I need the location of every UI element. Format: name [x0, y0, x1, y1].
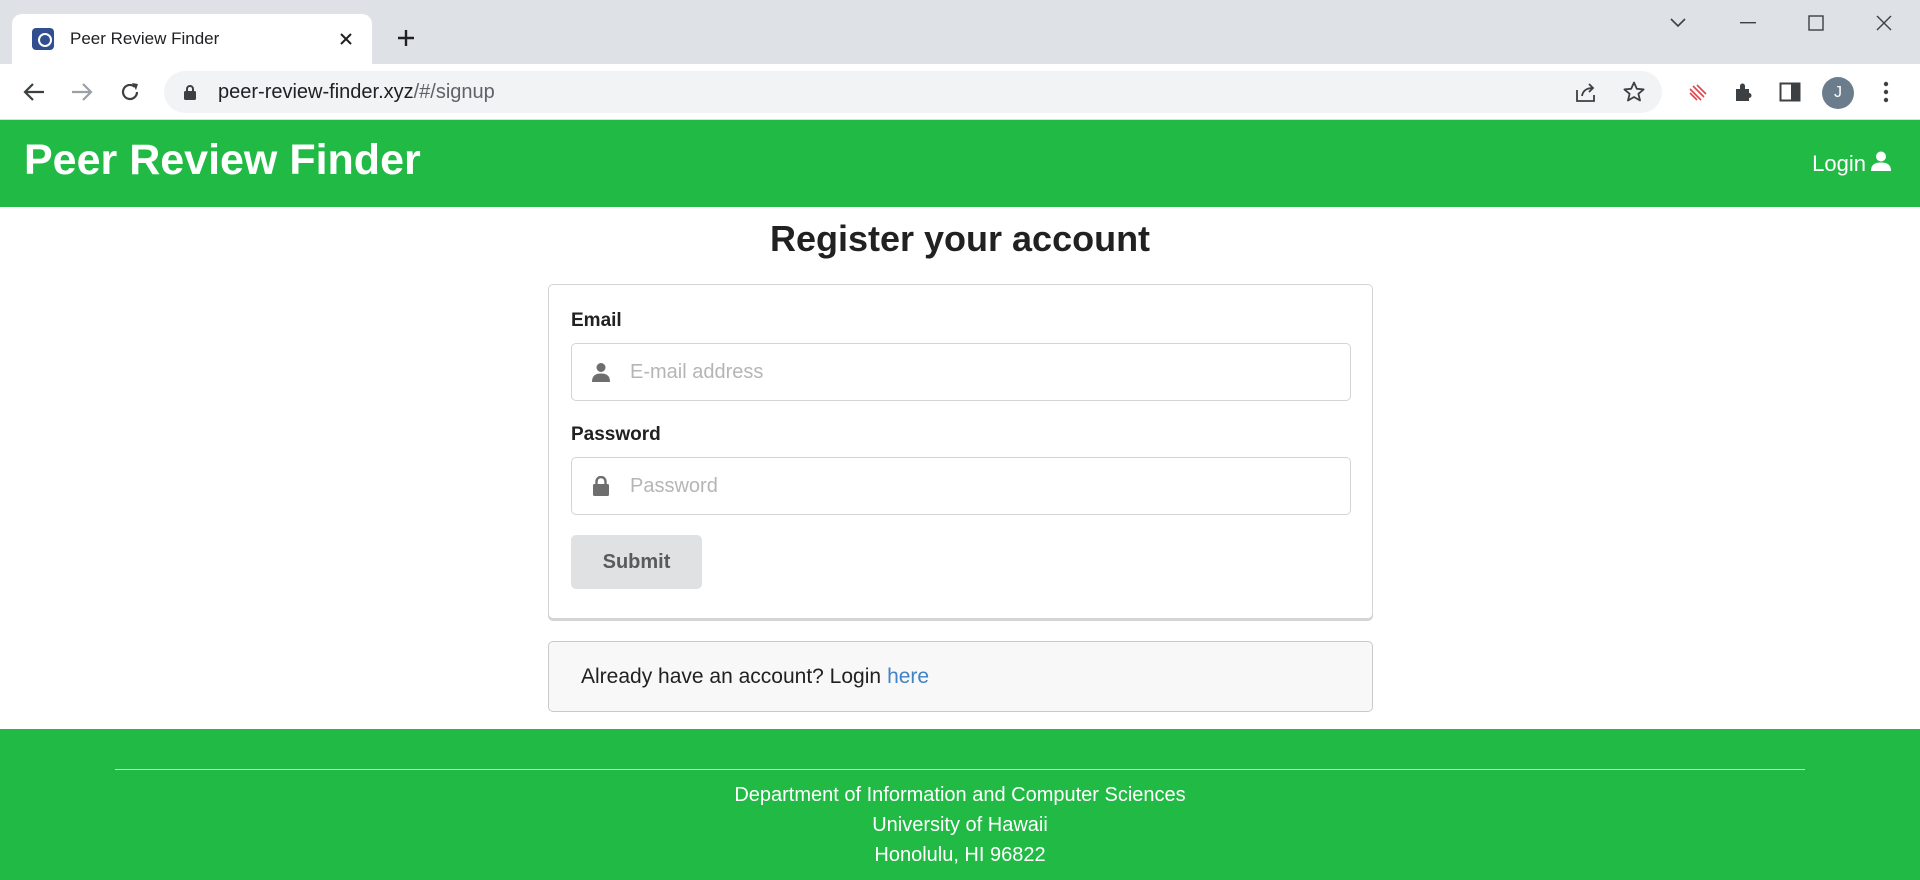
email-input[interactable] — [630, 360, 1330, 384]
tab-title: Peer Review Finder — [70, 29, 220, 48]
footer-divider — [115, 769, 1805, 770]
back-arrow-icon[interactable] — [18, 76, 50, 108]
side-panel-icon[interactable] — [1776, 78, 1804, 106]
profile-avatar[interactable]: J — [1822, 77, 1854, 109]
address-bar[interactable]: peer-review-finder.xyz/#/signup — [164, 71, 1662, 113]
login-menu-item[interactable]: Login — [1812, 150, 1892, 178]
lock-icon — [572, 457, 630, 515]
submit-button[interactable]: Submit — [571, 535, 702, 589]
lock-icon[interactable] — [182, 83, 198, 101]
tab-search-chevron-icon[interactable] — [1656, 8, 1700, 38]
brand-title[interactable]: Peer Review Finder — [24, 136, 421, 185]
password-input[interactable] — [630, 474, 1330, 498]
password-label: Password — [571, 424, 661, 445]
footer-address: Honolulu, HI 96822 — [874, 844, 1046, 866]
kebab-menu-icon[interactable] — [1872, 78, 1900, 106]
url-path: /#/signup — [413, 80, 495, 103]
share-icon[interactable] — [1574, 80, 1598, 104]
reload-icon[interactable] — [114, 76, 146, 108]
new-tab-plus-icon[interactable] — [392, 24, 420, 52]
page-title: Register your account — [769, 218, 1151, 259]
url-host: peer-review-finder.xyz — [218, 80, 414, 103]
site-footer: Department of Information and Computer S… — [0, 729, 1920, 880]
signup-form: Email Password Submit — [548, 284, 1373, 619]
forward-arrow-icon[interactable] — [66, 76, 98, 108]
url-text[interactable]: peer-review-finder.xyz/#/signup — [218, 81, 495, 104]
close-window-icon[interactable] — [1862, 8, 1906, 38]
browser-toolbar: peer-review-finder.xyz/#/signup J — [0, 64, 1920, 120]
bookmark-star-icon[interactable] — [1622, 80, 1646, 104]
site-favicon-icon — [32, 28, 54, 50]
user-icon — [1870, 150, 1892, 178]
login-message-text: Already have an account? Login — [581, 664, 882, 688]
email-label: Email — [571, 310, 622, 331]
minimize-icon[interactable] — [1726, 8, 1770, 38]
browser-tabstrip: Peer Review Finder — [0, 0, 1920, 64]
site-navbar: Peer Review Finder Login — [0, 120, 1920, 207]
user-icon — [572, 343, 630, 401]
footer-university: University of Hawaii — [872, 814, 1048, 836]
close-tab-icon[interactable] — [334, 27, 358, 51]
extensions-puzzle-icon[interactable] — [1730, 78, 1758, 106]
extension-red-stripes-icon[interactable] — [1684, 78, 1712, 106]
browser-tab[interactable]: Peer Review Finder — [12, 14, 372, 64]
maximize-icon[interactable] — [1794, 8, 1838, 38]
email-field[interactable] — [571, 343, 1351, 401]
password-field[interactable] — [571, 457, 1351, 515]
login-message: Already have an account? Login here — [548, 641, 1373, 712]
login-label: Login — [1812, 151, 1866, 176]
footer-department: Department of Information and Computer S… — [734, 784, 1186, 806]
login-here-link[interactable]: here — [887, 665, 929, 689]
